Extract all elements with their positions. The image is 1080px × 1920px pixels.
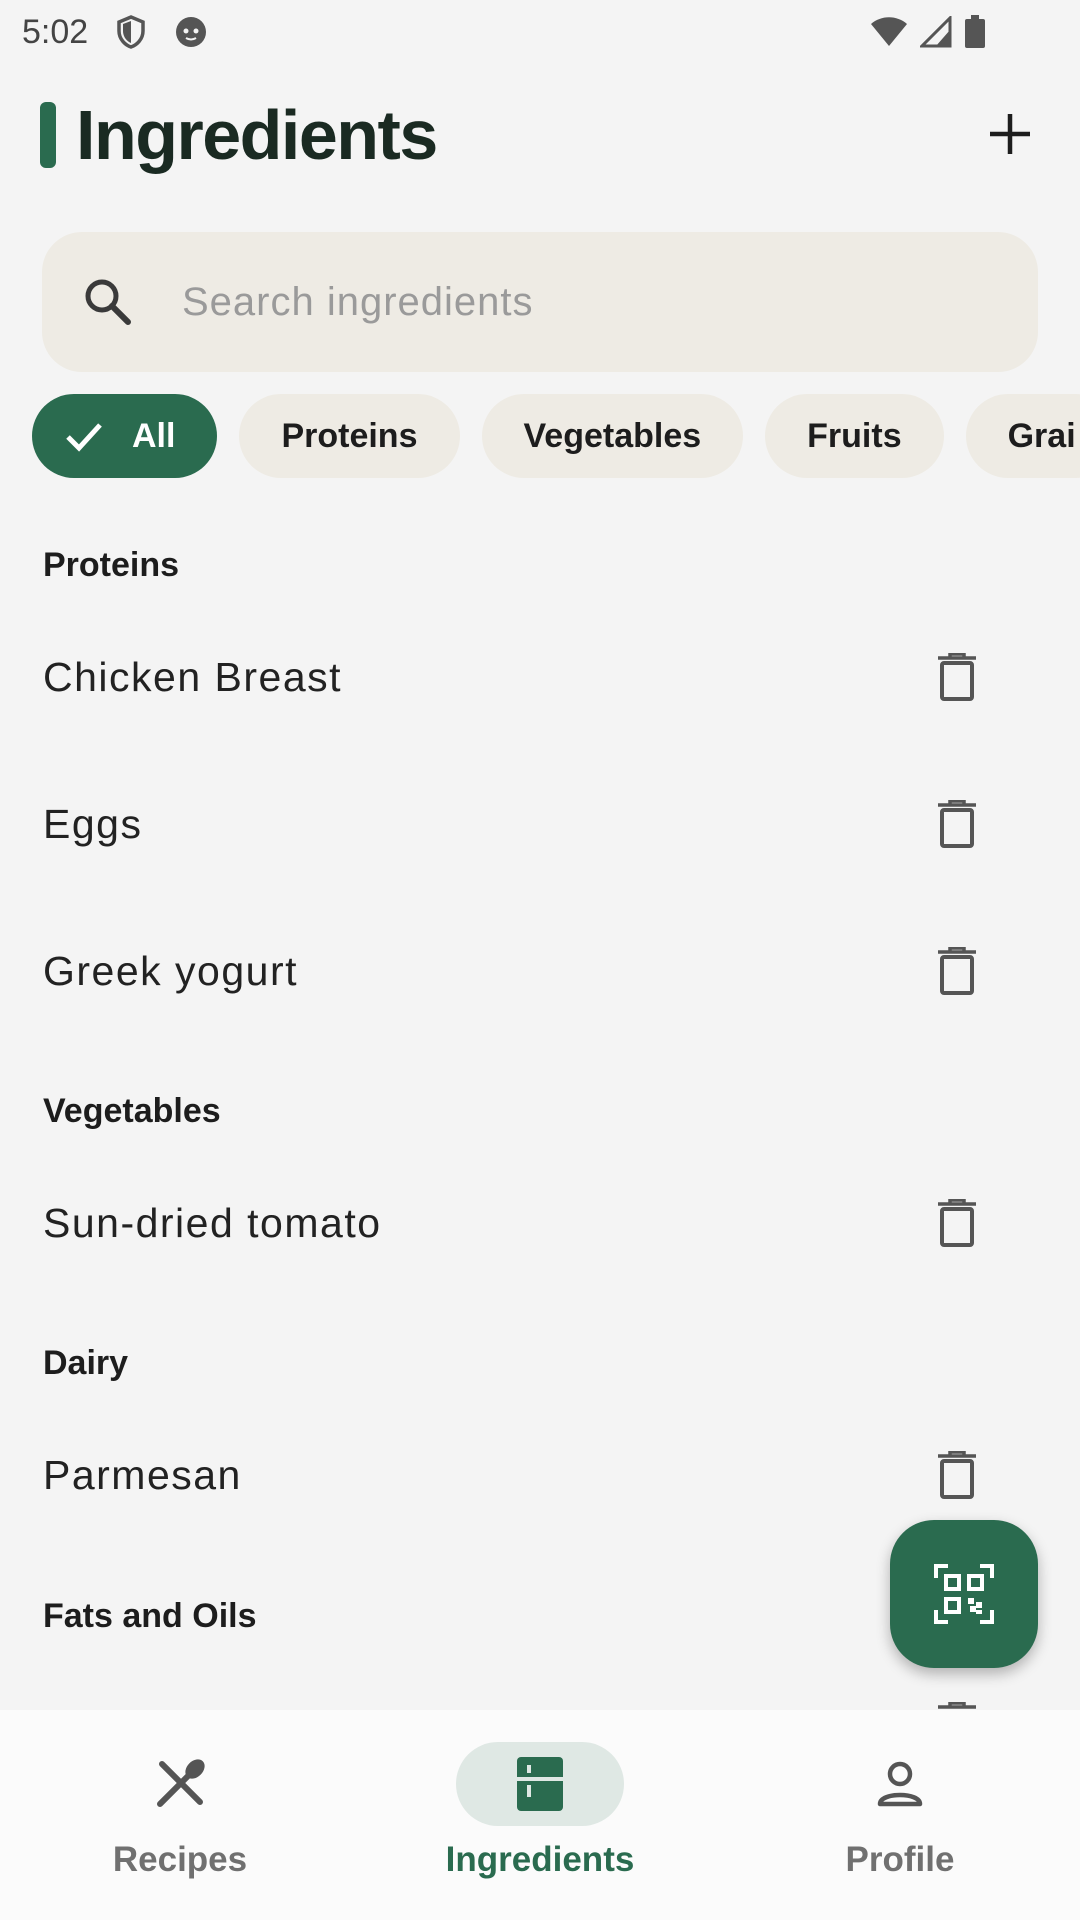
qr-scan-icon <box>934 1564 994 1624</box>
list-item[interactable]: Sun-dried tomato <box>0 1150 1080 1296</box>
title-accent-bar <box>40 102 56 168</box>
person-icon <box>877 1761 923 1807</box>
ingredient-name: Chicken Breast <box>43 653 343 700</box>
chip-label: Fruits <box>807 416 902 455</box>
delete-button[interactable] <box>932 1698 982 1710</box>
delete-button[interactable] <box>932 796 982 852</box>
list-item[interactable]: Greek yogurt <box>0 898 1080 1044</box>
cat-face-icon <box>176 17 207 47</box>
nav-label: Ingredients <box>445 1840 635 1879</box>
trash-icon <box>938 1199 976 1247</box>
chip-grains[interactable]: Grai <box>965 394 1080 478</box>
page-title: Ingredients <box>76 96 438 174</box>
bottom-navigation: Recipes Ingredients Profile <box>0 1710 1080 1920</box>
nav-label: Profile <box>845 1840 955 1879</box>
shield-icon <box>117 15 145 49</box>
chip-proteins[interactable]: Proteins <box>239 394 460 478</box>
app-header: Ingredients <box>0 80 1080 190</box>
chip-label: Proteins <box>281 416 418 455</box>
section-header-vegetables: Vegetables <box>43 1092 221 1130</box>
search-icon <box>85 279 131 325</box>
battery-icon <box>965 15 985 48</box>
nav-label: Recipes <box>112 1840 248 1879</box>
status-time: 5:02 <box>22 12 89 51</box>
chip-vegetables[interactable]: Vegetables <box>481 394 744 478</box>
signal-icon <box>920 16 952 48</box>
delete-button[interactable] <box>932 943 982 999</box>
list-item[interactable]: Chicken Breast <box>0 604 1080 750</box>
status-bar: 5:02 <box>0 0 1080 64</box>
chip-label: All <box>132 416 176 455</box>
delete-button[interactable] <box>932 1195 982 1251</box>
section-header-proteins: Proteins <box>43 546 180 584</box>
section-header-dairy: Dairy <box>43 1344 129 1382</box>
chip-all[interactable]: All <box>32 394 218 478</box>
search-input[interactable] <box>182 279 942 325</box>
add-ingredient-button[interactable] <box>978 102 1042 166</box>
delete-button[interactable] <box>932 1447 982 1503</box>
search-bar[interactable] <box>42 232 1038 372</box>
ingredient-name: Greek yogurt <box>43 947 298 994</box>
wifi-icon <box>871 17 907 46</box>
ingredient-name: Parmesan <box>43 1451 242 1498</box>
nav-item-ingredients[interactable]: Ingredients <box>360 1710 720 1920</box>
trash-icon <box>938 1451 976 1499</box>
check-icon <box>66 423 102 452</box>
fork-knife-icon <box>157 1759 205 1807</box>
trash-icon <box>938 947 976 995</box>
delete-button[interactable] <box>932 649 982 705</box>
plus-icon <box>990 114 1030 154</box>
ingredient-name: Sun-dried tomato <box>43 1199 382 1246</box>
ingredient-name: Eggs <box>43 800 143 847</box>
list-item[interactable]: Eggs <box>0 751 1080 897</box>
trash-icon <box>938 653 976 701</box>
scan-qr-button[interactable] <box>890 1520 1038 1668</box>
chip-fruits[interactable]: Fruits <box>765 394 944 478</box>
nav-item-recipes[interactable]: Recipes <box>0 1710 360 1920</box>
trash-icon <box>938 800 976 848</box>
trash-icon <box>938 1702 976 1709</box>
chip-label: Vegetables <box>523 416 702 455</box>
section-header-fats-and-oils: Fats and Oils <box>43 1597 257 1635</box>
fridge-icon <box>517 1757 563 1811</box>
nav-item-profile[interactable]: Profile <box>720 1710 1080 1920</box>
category-filter-chips: All Proteins Vegetables Fruits Grai <box>32 394 1080 478</box>
chip-label: Grai <box>1007 416 1076 455</box>
